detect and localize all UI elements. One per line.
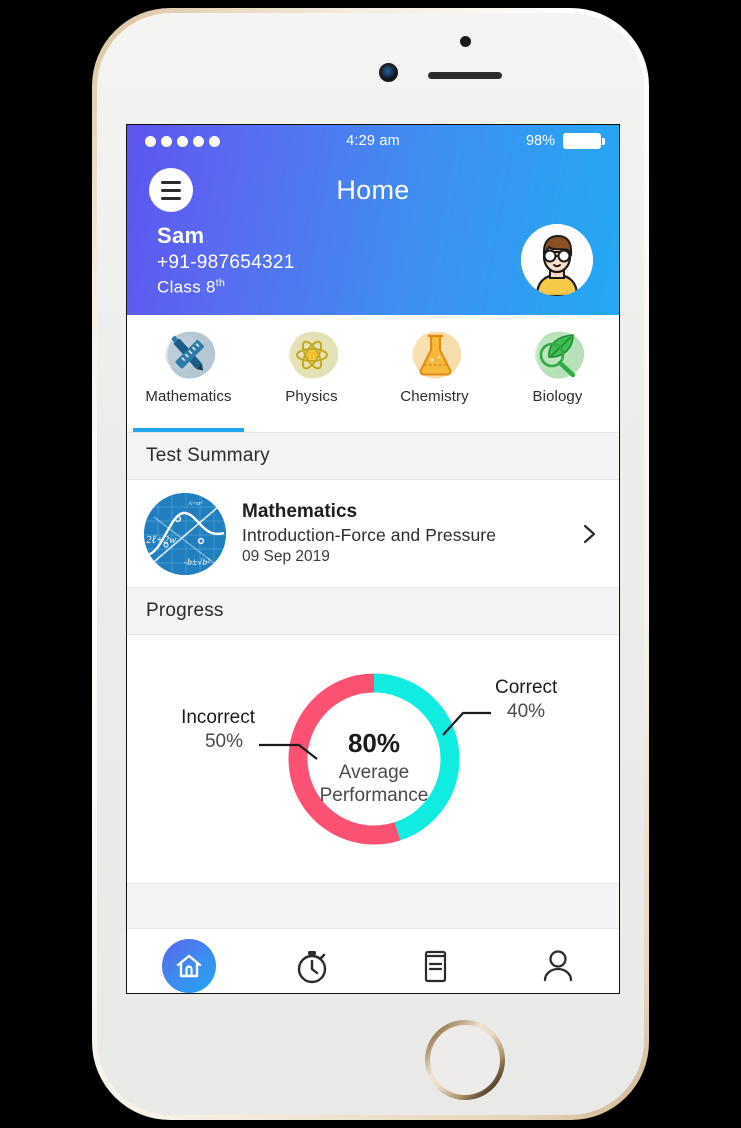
progress-panel: Incorrect 50% Correct 40% 80% Average Pe… bbox=[127, 635, 619, 883]
subject-label: Chemistry bbox=[400, 388, 469, 405]
subject-tab-mathematics[interactable]: Mathematics bbox=[127, 315, 250, 432]
test-topic: Introduction-Force and Pressure bbox=[242, 525, 497, 545]
performance-donut-chart: Incorrect 50% Correct 40% 80% Average Pe… bbox=[181, 673, 558, 845]
flask-icon bbox=[410, 331, 461, 379]
nav-item-timer[interactable] bbox=[250, 947, 373, 985]
donut-center-label-line2: Performance bbox=[320, 785, 429, 806]
nav-row: Home bbox=[127, 157, 619, 215]
front-camera-icon bbox=[379, 63, 398, 82]
section-spacer bbox=[127, 883, 619, 929]
home-icon-circle bbox=[161, 939, 216, 993]
progress-section-header: Progress bbox=[127, 588, 619, 635]
user-class-ordinal: th bbox=[215, 277, 226, 289]
atom-icon bbox=[287, 331, 338, 379]
svg-text:-b±√b²: -b±√b² bbox=[184, 557, 210, 568]
incorrect-label-value: 50% bbox=[205, 731, 243, 752]
svg-text:2ℓ+2w: 2ℓ+2w bbox=[146, 534, 177, 546]
user-info: Sam +91-987654321 Class 8th bbox=[157, 223, 295, 298]
test-subject: Mathematics bbox=[242, 501, 358, 522]
avatar[interactable] bbox=[521, 224, 593, 296]
user-name: Sam bbox=[157, 223, 205, 248]
app-header: 4:29 am 98% Home Sam +91-987654321 Class… bbox=[127, 125, 619, 315]
donut-center-label-line1: Average bbox=[339, 762, 409, 783]
battery-icon bbox=[563, 133, 605, 149]
test-summary-section-header: Test Summary bbox=[127, 433, 619, 480]
home-button-inner bbox=[430, 1025, 500, 1095]
proximity-sensor-icon bbox=[460, 36, 471, 47]
donut-slice-incorrect-arc bbox=[288, 673, 401, 845]
leaf-magnifier-icon bbox=[533, 331, 584, 379]
home-icon bbox=[176, 954, 201, 978]
earpiece-speaker bbox=[428, 72, 502, 79]
user-class-text: Class 8 bbox=[157, 277, 216, 297]
nav-item-home[interactable] bbox=[127, 939, 250, 993]
page-title: Home bbox=[336, 174, 410, 205]
nav-item-notes[interactable] bbox=[373, 947, 496, 985]
chevron-right-icon[interactable] bbox=[577, 522, 601, 546]
user-class: Class 8th bbox=[157, 277, 295, 298]
svg-text:x²: x² bbox=[150, 505, 155, 511]
test-date: 09 Sep 2019 bbox=[242, 548, 330, 565]
stopwatch-icon bbox=[297, 951, 326, 984]
test-summary-row[interactable]: 2ℓ+2w -b±√b² A=πr² x² Mathematics Introd… bbox=[127, 480, 619, 588]
hamburger-menu-icon[interactable] bbox=[149, 168, 193, 212]
subject-tab-chemistry[interactable]: Chemistry bbox=[373, 315, 496, 432]
bottom-nav bbox=[127, 929, 619, 993]
donut-center-value: 80% bbox=[348, 728, 400, 758]
donut-ring bbox=[288, 673, 460, 845]
subject-tab-physics[interactable]: Physics bbox=[250, 315, 373, 432]
status-bar: 4:29 am 98% bbox=[127, 125, 619, 157]
math-formula-thumbnail: 2ℓ+2w -b±√b² A=πr² x² bbox=[144, 492, 226, 575]
user-phone: +91-987654321 bbox=[157, 252, 295, 273]
svg-text:A=πr²: A=πr² bbox=[188, 501, 203, 507]
correct-label-name: Correct bbox=[495, 677, 558, 698]
person-icon bbox=[543, 950, 572, 982]
subject-tab-biology[interactable]: Biology bbox=[496, 315, 619, 432]
subject-tabs: Mathematics Physics Chemistry Biology bbox=[127, 315, 619, 433]
correct-label-value: 40% bbox=[507, 701, 545, 722]
subject-label: Mathematics bbox=[145, 388, 232, 405]
subject-label: Physics bbox=[285, 388, 338, 405]
incorrect-label-name: Incorrect bbox=[181, 707, 256, 728]
nav-item-profile[interactable] bbox=[496, 947, 619, 985]
subject-label: Biology bbox=[532, 388, 583, 405]
home-button[interactable] bbox=[425, 1020, 505, 1100]
ruler-pen-icon bbox=[164, 331, 215, 379]
test-info: Mathematics Introduction-Force and Press… bbox=[242, 501, 577, 566]
document-icon bbox=[424, 950, 446, 983]
status-bar-time: 4:29 am bbox=[346, 133, 400, 149]
phone-screen: 4:29 am 98% Home Sam +91-987654321 Class… bbox=[126, 124, 620, 994]
